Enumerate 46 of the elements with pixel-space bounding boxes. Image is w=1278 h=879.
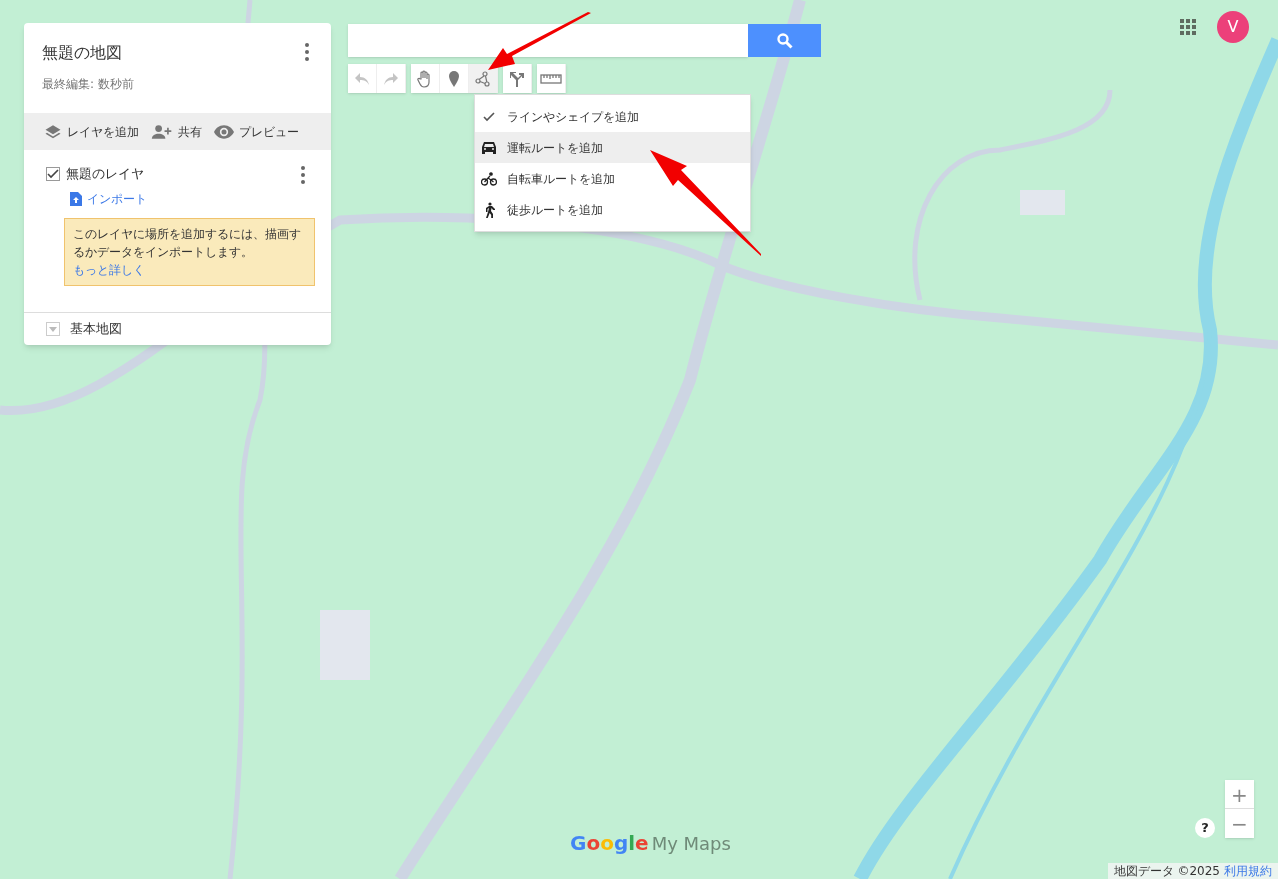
- product-name: My Maps: [651, 832, 731, 856]
- terms-link[interactable]: 利用規約: [1224, 862, 1272, 879]
- car-icon: [481, 140, 497, 155]
- action-button[interactable]: 共有: [151, 122, 202, 141]
- zoom-in-button[interactable]: +: [1225, 780, 1254, 809]
- base-map-toggle[interactable]: [46, 322, 60, 336]
- action-button[interactable]: レイヤを追加: [44, 122, 139, 141]
- map-title[interactable]: 無題の地図: [42, 41, 134, 65]
- check-icon: [47, 169, 59, 179]
- menu-item[interactable]: 徒歩ルートを追加: [475, 194, 750, 225]
- toolbar-button[interactable]: [537, 64, 566, 93]
- action-button[interactable]: プレビュー: [214, 122, 299, 141]
- zoom-out-button[interactable]: −: [1225, 809, 1254, 838]
- eye-icon: [214, 123, 234, 140]
- check-icon: [483, 111, 495, 122]
- connected-dots-icon: [475, 70, 491, 87]
- search-icon: [776, 32, 793, 49]
- hand-icon: [417, 69, 433, 88]
- menu-item[interactable]: 自転車ルートを追加: [475, 163, 750, 194]
- menu-item[interactable]: 運転ルートを追加: [475, 132, 750, 163]
- bicycle-icon: [481, 171, 497, 186]
- learn-more-link[interactable]: もっと詳しく: [73, 263, 145, 277]
- caret-icon: [49, 326, 57, 332]
- toolbar-button[interactable]: [411, 64, 440, 93]
- toolbar-button[interactable]: [503, 64, 532, 93]
- add-person-icon: [151, 122, 173, 141]
- menu-item[interactable]: ラインやシェイプを追加: [475, 101, 750, 132]
- search-button[interactable]: [748, 24, 821, 57]
- file-upload-icon: [70, 192, 82, 206]
- base-map-label: 基本地図: [70, 320, 122, 339]
- layer-checkbox[interactable]: [46, 167, 60, 181]
- toolbar-button[interactable]: [469, 64, 498, 93]
- apps-grid-icon[interactable]: [1180, 19, 1196, 35]
- ruler-icon: [540, 73, 562, 84]
- undo-icon: [355, 72, 369, 85]
- walking-person-icon: [483, 201, 495, 218]
- toolbar-button[interactable]: [440, 64, 469, 93]
- last-edited-text: 最終編集: 数秒前: [42, 76, 134, 93]
- hint-text: このレイヤに場所を追加するには、描画するかデータをインポートします。 もっと詳しく: [73, 226, 302, 279]
- redo-icon: [384, 72, 398, 85]
- map-data-credit: 地図データ ©2025: [1113, 863, 1220, 879]
- layer-name[interactable]: 無題のレイヤ: [66, 164, 144, 184]
- import-link[interactable]: インポート: [87, 190, 147, 208]
- fork-arrow-icon: [510, 70, 524, 87]
- marker-icon: [449, 70, 459, 87]
- search-field[interactable]: [348, 24, 748, 57]
